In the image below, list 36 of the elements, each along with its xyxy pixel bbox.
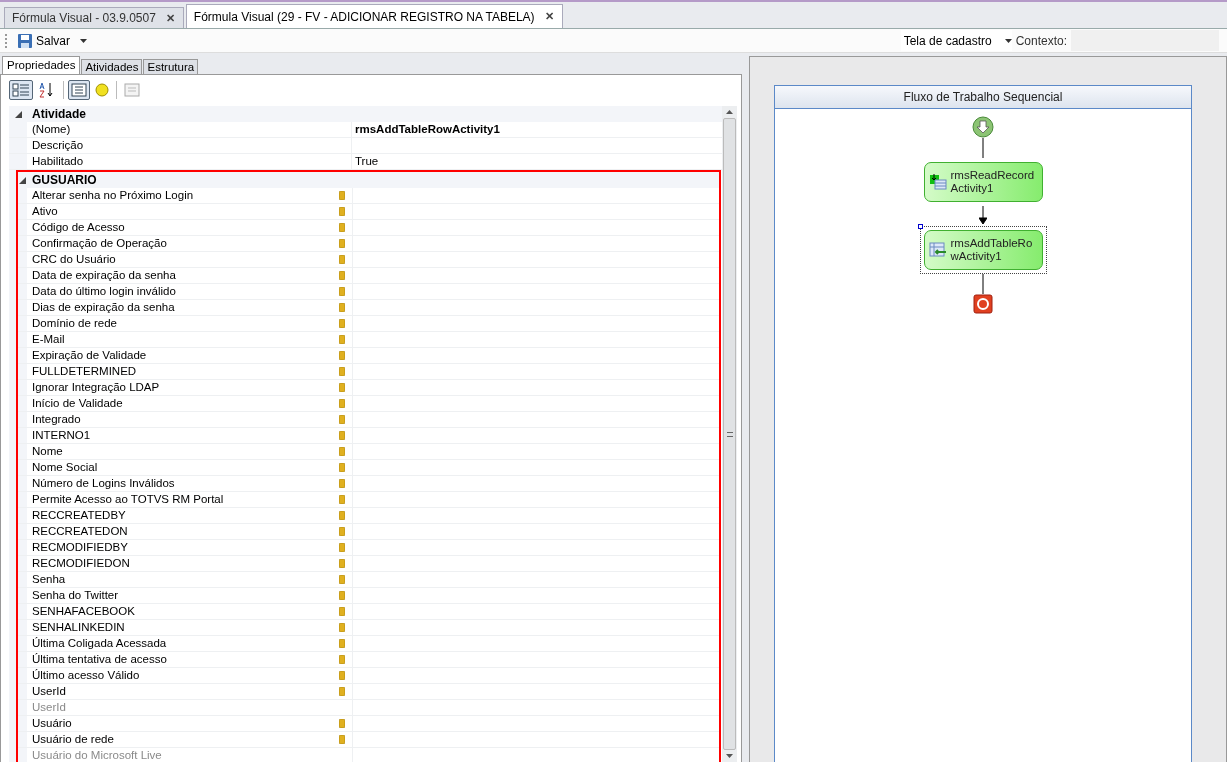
caret-icon[interactable] — [1004, 39, 1012, 43]
close-icon[interactable]: ✕ — [544, 10, 554, 23]
context-label: Contexto: — [1015, 33, 1067, 48]
view-dropdown[interactable]: Tela de cadastro — [900, 30, 1012, 51]
panel-tab[interactable]: Propriedades — [2, 56, 81, 74]
activity-node[interactable]: rmsReadRecordActivity1 — [923, 162, 1043, 202]
close-icon[interactable]: ✕ — [165, 11, 175, 25]
categorized-view-button[interactable] — [9, 80, 33, 100]
property-value[interactable]: True — [355, 155, 379, 167]
scroll-up-icon[interactable] — [726, 110, 733, 114]
category-row[interactable]: GUSUARIO — [18, 172, 719, 188]
connector-line — [979, 206, 987, 226]
connector-line — [979, 138, 987, 158]
scroll-down-icon[interactable] — [726, 754, 733, 758]
start-icon[interactable] — [972, 116, 994, 138]
document-tab[interactable]: Fórmula Visual (29 - FV - ADICIONAR REGISTRO NA TABELA) ✕ — [185, 4, 563, 28]
property-value[interactable]: rmsAddTableRowActivity1 — [355, 123, 500, 135]
scroll-thumb[interactable] — [723, 118, 736, 750]
expand-triangle-icon[interactable] — [14, 110, 22, 118]
table-read-icon — [928, 173, 947, 191]
category-label: Atividade — [31, 106, 86, 122]
context-field[interactable] — [1071, 30, 1219, 51]
expand-triangle-icon[interactable] — [19, 176, 26, 184]
save-button[interactable]: Salvar — [13, 32, 91, 49]
stop-icon[interactable] — [973, 294, 993, 314]
panel-tab[interactable]: Atividades — [81, 59, 143, 74]
panel-tab[interactable]: Estrutura — [143, 59, 199, 74]
workflow-title: Fluxo de Trabalho Sequencial — [775, 86, 1191, 109]
connector-line — [979, 274, 987, 294]
category-label: GUSUARIO — [31, 172, 97, 188]
document-tab[interactable]: Fórmula Visual - 03.9.0507 ✕ — [4, 7, 184, 28]
properties-button[interactable] — [68, 80, 90, 100]
table-add-icon — [928, 241, 947, 259]
caret-icon[interactable] — [80, 38, 87, 43]
activity-node[interactable]: rmsAddTableRowActivity1 — [923, 230, 1043, 270]
scrollbar[interactable] — [722, 106, 737, 762]
